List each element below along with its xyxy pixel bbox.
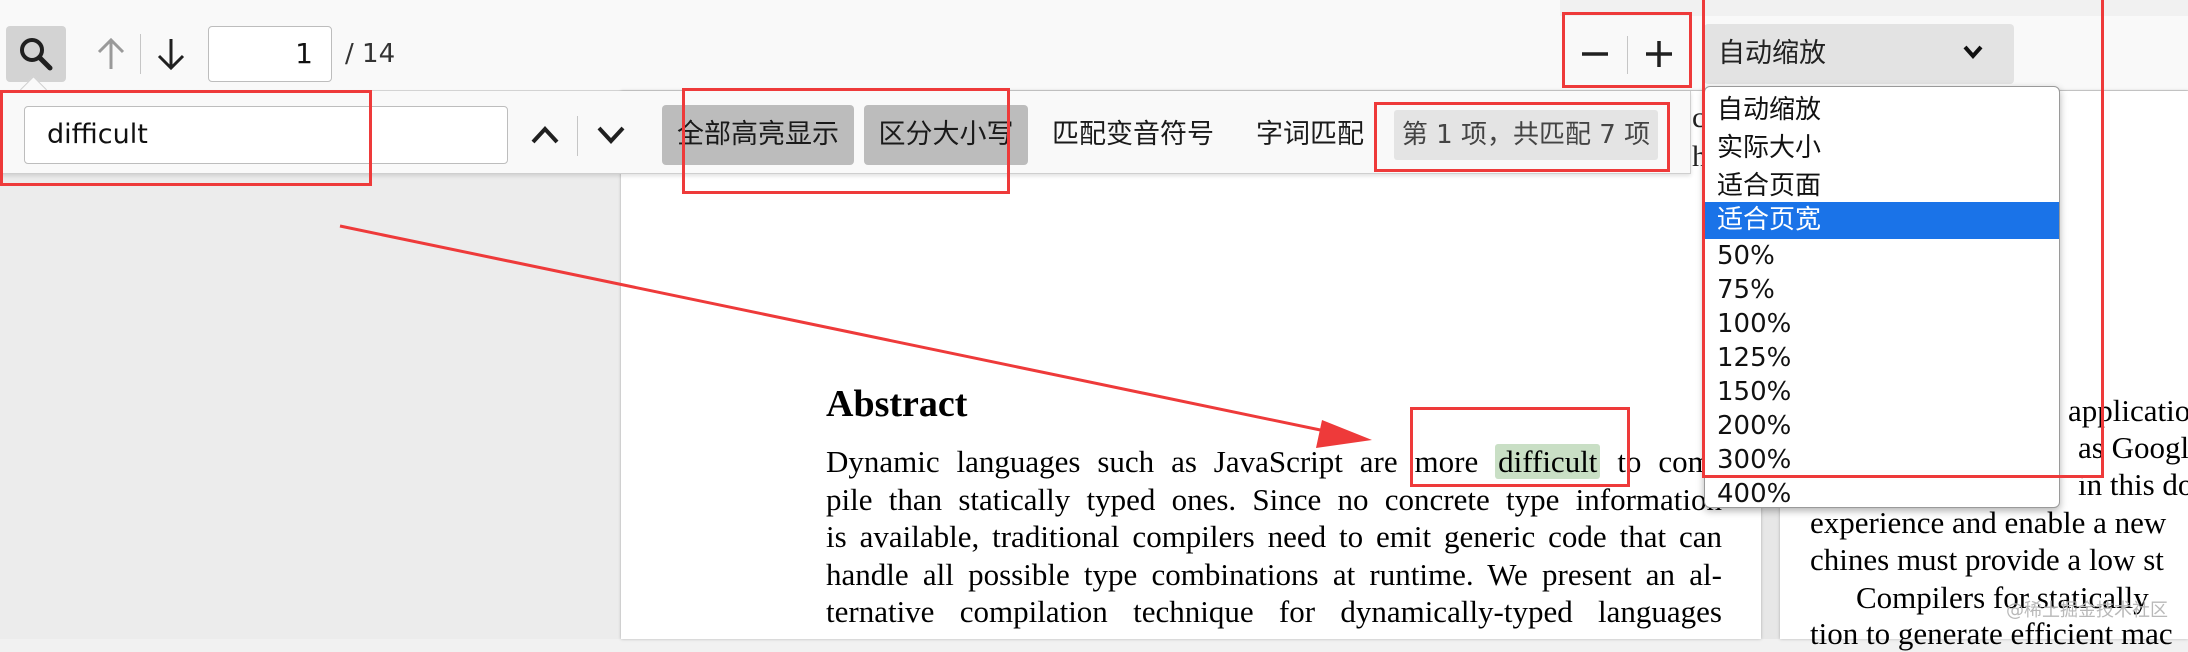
zoom-option-400[interactable]: 400% [1705,477,2059,507]
zoom-option-75[interactable]: 75% [1705,273,2059,307]
abstract-line: is available, traditional compilers need… [826,519,1722,554]
match-case-toggle[interactable]: 区分大小写 [864,105,1028,165]
zoom-out-button[interactable] [1566,26,1624,82]
find-divider [577,116,578,156]
chevron-down-icon [597,126,625,144]
zoom-option-200[interactable]: 200% [1705,409,2059,443]
toolbar-divider [1627,36,1628,74]
zoom-option-page-fit[interactable]: 适合页面 [1705,167,2059,205]
zoom-option-auto[interactable]: 自动缩放 [1705,91,2059,129]
zoom-dropdown-menu: 自动缩放 实际大小 适合页面 适合页宽 50% 75% 100% 125% 15… [1704,86,2060,508]
zoom-select-value: 自动缩放 [1718,38,1826,69]
next-page-button[interactable] [146,26,196,82]
plus-icon [1646,41,1672,67]
toolbar-divider [140,34,141,74]
highlight-all-toggle[interactable]: 全部高亮显示 [662,105,854,165]
arrow-up-icon [97,37,125,69]
zoom-option-100[interactable]: 100% [1705,307,2059,341]
search-icon [20,38,53,71]
page-number-input[interactable]: 1 [208,26,332,82]
chevron-up-icon [531,126,559,144]
zoom-option-actual-size[interactable]: 实际大小 [1705,129,2059,167]
right-column-text: in this do [2078,467,2188,502]
zoom-option-50[interactable]: 50% [1705,239,2059,273]
abstract-heading: Abstract [826,383,968,425]
whole-words-toggle[interactable]: 字词匹配 [1256,105,1364,165]
minus-icon [1582,52,1608,56]
find-input[interactable]: difficult [24,106,508,164]
match-diacritics-toggle[interactable]: 匹配变音符号 [1052,105,1214,165]
right-column-text: experience and enable a new [1810,505,2167,540]
zoom-option-150[interactable]: 150% [1705,375,2059,409]
watermark: @稀土掘金技术社区 [2006,600,2168,621]
zoom-option-300[interactable]: 300% [1705,443,2059,477]
zoom-option-page-width[interactable]: 适合页宽 [1705,202,2059,239]
chevron-down-icon [1963,45,1983,60]
zoom-option-125[interactable]: 125% [1705,341,2059,375]
find-previous-button[interactable] [520,108,570,162]
abstract-line: ternative compilation technique for dyna… [826,594,1722,629]
window-top-strip [0,0,1560,17]
search-match-highlight: difficult [1495,444,1601,479]
abstract-line: handle all possible type combinations at… [826,556,1722,592]
right-column-text: applicatio [2068,393,2188,428]
right-column-text: as Google [2078,430,2188,465]
abstract-line-text: Dynamic languages such as JavaScript are… [826,444,1479,479]
page-count-label: / 14 [345,39,396,69]
find-toggle-button[interactable] [6,26,66,82]
zoom-select[interactable]: 自动缩放 [1704,24,2014,84]
arrow-down-icon [157,39,185,71]
previous-page-button[interactable] [86,26,136,82]
find-result-count: 第 1 项，共匹配 7 项 [1394,110,1658,160]
abstract-line: Dynamic languages such as JavaScript are… [826,443,1722,481]
find-next-button[interactable] [584,108,638,162]
right-column-text: chines must provide a low st [1810,542,2164,577]
abstract-paragraph: Dynamic languages such as JavaScript are… [826,443,1722,631]
abstract-line: pile than statically typed ones. Since n… [826,481,1722,517]
zoom-in-button[interactable] [1630,26,1688,82]
